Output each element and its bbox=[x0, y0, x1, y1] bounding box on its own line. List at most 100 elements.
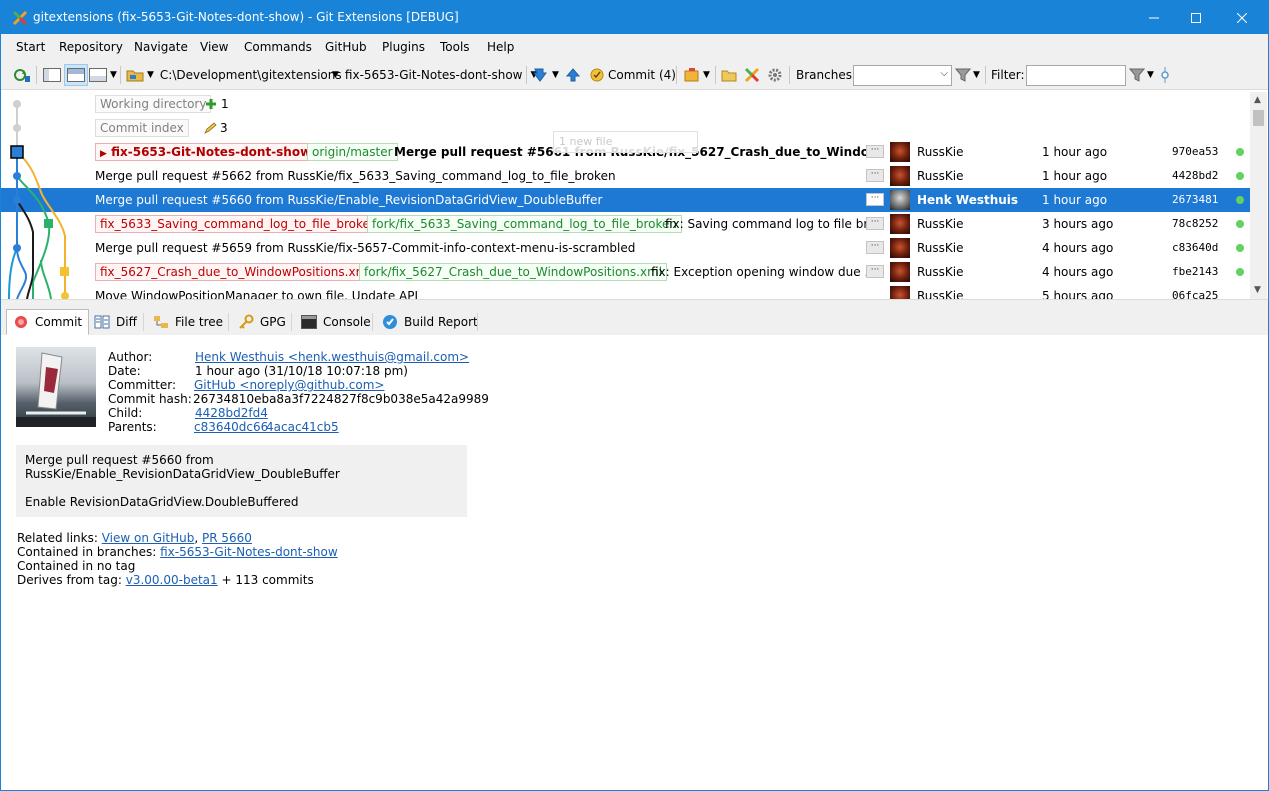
toggle-branch-tree-button[interactable] bbox=[1159, 64, 1171, 86]
maximize-button[interactable] bbox=[1173, 1, 1219, 34]
revision-row[interactable]: Merge pull request #5662 from RussKie/fi… bbox=[1, 164, 1250, 188]
build-status-icon bbox=[1236, 196, 1244, 204]
contained-branch-link[interactable]: fix-5653-Git-Notes-dont-show bbox=[160, 545, 338, 559]
derives-tag-link[interactable]: v3.00.00-beta1 bbox=[126, 573, 218, 587]
author-name: RussKie bbox=[917, 265, 964, 279]
parent-link[interactable]: 4acac41cb5 bbox=[266, 420, 339, 434]
commit-tab-icon bbox=[15, 316, 27, 328]
menu-bar: Start Repository Navigate View Commands … bbox=[1, 34, 1268, 60]
current-branch: fix-5653-Git-Notes-dont-show bbox=[344, 68, 523, 82]
more-icon[interactable]: ··· bbox=[866, 145, 884, 158]
push-button[interactable] bbox=[565, 64, 581, 86]
menu-start[interactable]: Start bbox=[16, 40, 45, 54]
menu-tools[interactable]: Tools bbox=[440, 40, 470, 54]
revision-row-selected[interactable]: Merge pull request #5660 from RussKie/En… bbox=[1, 188, 1250, 212]
layout-top-button[interactable] bbox=[64, 64, 88, 86]
repo-path-dropdown[interactable]: ▼ C:\Development\gitextensions bbox=[126, 64, 342, 86]
build-status-icon bbox=[1236, 172, 1244, 180]
scroll-down-icon[interactable]: ▼ bbox=[1254, 285, 1261, 295]
author-avatar bbox=[16, 347, 96, 427]
commit-label: Commit (4) bbox=[608, 68, 676, 82]
commit-date: 5 hours ago bbox=[1042, 289, 1114, 299]
working-directory-row[interactable]: Working directory 1 bbox=[1, 92, 1250, 116]
more-icon[interactable]: ··· bbox=[866, 217, 884, 230]
revision-filter-input[interactable] bbox=[1026, 65, 1126, 86]
filter-icon bbox=[955, 68, 971, 82]
menu-repository[interactable]: Repository bbox=[59, 40, 123, 54]
branch-filter-button[interactable]: ▼ bbox=[955, 64, 980, 86]
author-name: RussKie bbox=[917, 169, 964, 183]
revision-row[interactable]: fix_5633_Saving_command_log_to_file_brok… bbox=[1, 212, 1250, 236]
avatar bbox=[890, 262, 910, 282]
build-status-icon bbox=[1236, 220, 1244, 228]
remote-branch-label: origin/master bbox=[307, 143, 398, 161]
commit-message: Merge pull request #5660 from RussKie/En… bbox=[95, 193, 603, 207]
stash-button[interactable]: ▼ bbox=[683, 64, 710, 86]
menu-github[interactable]: GitHub bbox=[325, 40, 367, 54]
commit-date: 4 hours ago bbox=[1042, 265, 1114, 279]
branches-label: Branches: bbox=[796, 68, 857, 82]
local-branch-label: fix_5633_Saving_command_log_to_file_brok… bbox=[95, 215, 383, 233]
parent-link[interactable]: c83640dc66 bbox=[194, 420, 268, 434]
commit-button[interactable]: Commit (4) bbox=[589, 64, 676, 86]
layout-left-button[interactable] bbox=[43, 64, 61, 86]
open-explorer-button[interactable] bbox=[721, 64, 737, 86]
view-on-github-link[interactable]: View on GitHub bbox=[102, 531, 195, 545]
minimize-button[interactable] bbox=[1131, 1, 1177, 34]
menu-plugins[interactable]: Plugins bbox=[382, 40, 425, 54]
close-button[interactable] bbox=[1219, 1, 1265, 34]
file-change-tooltip: 1 new file bbox=[553, 131, 698, 153]
head-branch-label: ▶ fix-5653-Git-Notes-dont-show bbox=[95, 143, 317, 161]
tab-file-tree[interactable]: File tree bbox=[146, 309, 230, 335]
author-name: Henk Westhuis bbox=[917, 193, 1019, 207]
more-icon[interactable]: ··· bbox=[866, 169, 884, 182]
settings-button[interactable] bbox=[767, 64, 783, 86]
revision-grid[interactable]: Merge pull request #5660 from RussKie/En… bbox=[1, 92, 1268, 299]
commit-index-count: 3 bbox=[220, 121, 228, 135]
more-icon[interactable]: ··· bbox=[866, 265, 884, 278]
tab-console[interactable]: Console bbox=[294, 309, 378, 335]
menu-help[interactable]: Help bbox=[487, 40, 514, 54]
pr-link[interactable]: PR 5660 bbox=[202, 531, 252, 545]
author-name: RussKie bbox=[917, 145, 964, 159]
tab-diff[interactable]: Diff bbox=[87, 309, 144, 335]
menu-navigate[interactable]: Navigate bbox=[134, 40, 188, 54]
scrollbar-thumb[interactable] bbox=[1253, 110, 1264, 126]
commit-hash: fbe2143 bbox=[1172, 265, 1219, 278]
stash-icon bbox=[684, 68, 699, 82]
revision-row[interactable]: Merge pull request #5659 from RussKie/fi… bbox=[1, 236, 1250, 260]
working-directory-count: 1 bbox=[221, 97, 229, 111]
author-link[interactable]: Henk Westhuis <henk.westhuis@gmail.com> bbox=[195, 350, 469, 364]
branches-filter-combo[interactable]: ⌵ bbox=[853, 65, 952, 86]
revision-row[interactable]: Move WindowPositionManager to own file. … bbox=[1, 284, 1250, 299]
tab-build-report[interactable]: Build Report bbox=[375, 309, 485, 335]
build-status-icon bbox=[1236, 268, 1244, 276]
windsurfer-photo-icon bbox=[16, 352, 96, 427]
commit-message-box: Merge pull request #5660 from RussKie/En… bbox=[16, 445, 467, 517]
child-link[interactable]: 4428bd2fd4 bbox=[195, 406, 268, 420]
grid-vertical-scrollbar[interactable]: ▲ ▼ bbox=[1250, 92, 1267, 299]
main-window: gitextensions (fix-5653-Git-Notes-dont-s… bbox=[0, 0, 1269, 791]
more-icon[interactable]: ··· bbox=[866, 193, 884, 206]
related-links-row: Related links: View on GitHub, PR 5660 bbox=[17, 531, 252, 545]
build-status-icon bbox=[1236, 148, 1244, 156]
avatar bbox=[890, 214, 910, 234]
layout-bottom-button[interactable]: ▼ bbox=[89, 64, 117, 86]
branch-dropdown[interactable]: ▼ fix-5653-Git-Notes-dont-show ▼ bbox=[332, 64, 537, 86]
commit-hash-value: 26734810eba8a3f7224827f8c9b038e5a42a9989 bbox=[193, 392, 489, 406]
menu-view[interactable]: View bbox=[200, 40, 228, 54]
revision-filter-button[interactable]: ▼ bbox=[1129, 64, 1154, 86]
revision-row[interactable]: fix_5627_Crash_due_to_WindowPositions.xm… bbox=[1, 260, 1250, 284]
committer-link[interactable]: GitHub <noreply@github.com> bbox=[194, 378, 385, 392]
tab-gpg[interactable]: GPG bbox=[231, 309, 293, 335]
avatar bbox=[890, 238, 910, 258]
git-bash-button[interactable] bbox=[744, 64, 760, 86]
scroll-up-icon[interactable]: ▲ bbox=[1254, 95, 1261, 105]
pull-button[interactable]: ▼ bbox=[532, 64, 559, 86]
working-directory-label: Working directory bbox=[95, 95, 212, 113]
menu-commands[interactable]: Commands bbox=[244, 40, 312, 54]
contained-branches-row: Contained in branches: fix-5653-Git-Note… bbox=[17, 545, 338, 559]
refresh-button[interactable] bbox=[13, 64, 31, 86]
tab-commit[interactable]: Commit bbox=[6, 309, 90, 335]
more-icon[interactable]: ··· bbox=[866, 241, 884, 254]
